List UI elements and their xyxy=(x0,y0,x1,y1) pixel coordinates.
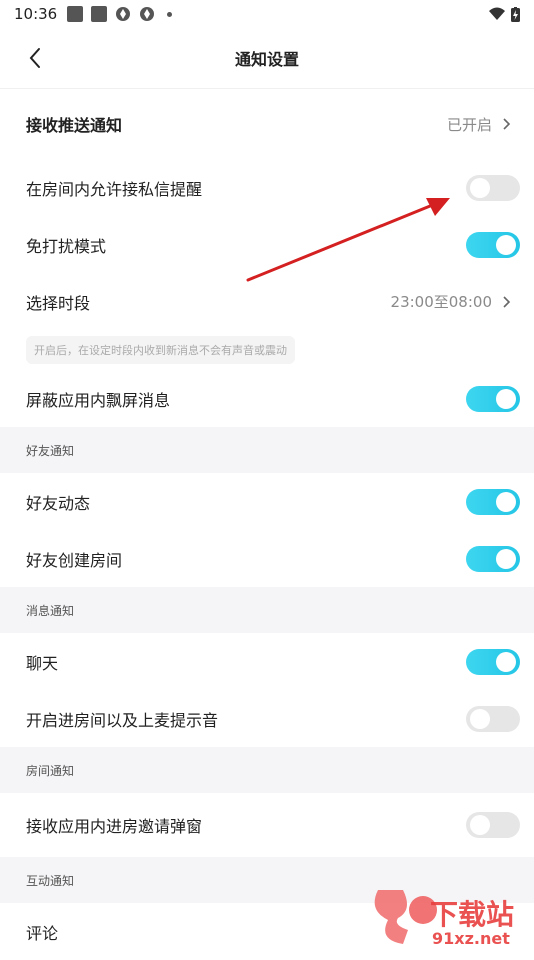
friend-activity-label: 好友动态 xyxy=(26,493,91,513)
toggle-knob xyxy=(470,177,490,198)
chat-toggle[interactable] xyxy=(466,648,520,675)
watermark-url: 91xz.net xyxy=(432,929,510,948)
push-notification-value: 已开启 xyxy=(446,115,492,134)
period-hint: 开启后，在设定时段内收到新消息不会有声音或震动 xyxy=(26,336,295,364)
status-bar: 10:36 xyxy=(0,0,534,28)
room-invite-popup-label: 接收应用内进房邀请弹窗 xyxy=(26,817,203,836)
push-notification-row[interactable]: 接收推送通知 已开启 xyxy=(0,89,534,159)
nav-bar: 通知设置 xyxy=(0,28,534,89)
room-enter-sound-toggle[interactable] xyxy=(466,705,520,732)
section-header-friends: 好友通知 xyxy=(0,427,534,473)
friend-activity-toggle[interactable] xyxy=(466,488,520,515)
select-period-status: 23:00至08:00 xyxy=(391,291,520,312)
wifi-icon xyxy=(489,7,505,20)
select-period-label: 选择时段 xyxy=(26,293,91,313)
watermark-text: 下载站 xyxy=(430,898,514,931)
chevron-right-icon xyxy=(503,118,511,130)
friend-create-room-label: 好友创建房间 xyxy=(26,550,123,570)
app-notification-icon xyxy=(140,7,155,21)
dnd-mode-row: 免打扰模式 xyxy=(0,216,534,273)
block-float-toggle[interactable] xyxy=(466,385,520,412)
watermark-logo: 下载站 91xz.net xyxy=(374,890,514,948)
status-time: 10:36 xyxy=(14,5,58,23)
period-hint-wrap: 开启后，在设定时段内收到新消息不会有声音或震动 xyxy=(0,330,534,370)
select-period-value: 23:00至08:00 xyxy=(390,293,492,311)
toggle-knob xyxy=(496,651,516,672)
battery-icon xyxy=(511,6,520,22)
room-private-message-toggle[interactable] xyxy=(466,174,520,201)
dnd-mode-toggle[interactable] xyxy=(466,231,520,258)
block-float-label: 屏蔽应用内飘屏消息 xyxy=(26,390,171,410)
notification-icon xyxy=(91,6,108,22)
room-private-message-row: 在房间内允许接私信提醒 xyxy=(0,159,534,216)
select-period-row[interactable]: 选择时段 23:00至08:00 xyxy=(0,273,534,330)
toggle-knob xyxy=(496,234,516,255)
chat-row: 聊天 xyxy=(0,633,534,690)
toggle-knob xyxy=(470,708,490,729)
room-enter-sound-row: 开启进房间以及上麦提示音 xyxy=(0,690,534,747)
push-notification-status: 已开启 xyxy=(447,114,520,135)
section-header-messages: 消息通知 xyxy=(0,587,534,633)
app-notification-icon xyxy=(116,7,131,21)
notification-icon xyxy=(67,6,84,22)
comment-label: 评论 xyxy=(26,923,59,943)
toggle-knob xyxy=(496,388,516,409)
toggle-knob xyxy=(470,815,490,835)
room-invite-popup-row: 接收应用内进房邀请弹窗 xyxy=(0,793,534,857)
section-header-room: 房间通知 xyxy=(0,747,534,793)
friend-create-room-toggle[interactable] xyxy=(466,545,520,572)
chevron-right-icon xyxy=(503,295,511,308)
room-private-message-label: 在房间内允许接私信提醒 xyxy=(26,179,203,199)
push-notification-label: 接收推送通知 xyxy=(26,116,123,135)
back-icon[interactable] xyxy=(24,46,48,70)
toggle-knob xyxy=(496,491,516,512)
chat-label: 聊天 xyxy=(26,653,59,673)
room-enter-sound-label: 开启进房间以及上麦提示音 xyxy=(26,710,219,730)
friend-create-room-row: 好友创建房间 xyxy=(0,530,534,587)
page-title: 通知设置 xyxy=(234,50,299,69)
block-float-row: 屏蔽应用内飘屏消息 xyxy=(0,370,534,427)
room-invite-popup-toggle[interactable] xyxy=(466,812,520,838)
dnd-mode-label: 免打扰模式 xyxy=(26,236,107,256)
friend-activity-row: 好友动态 xyxy=(0,473,534,530)
more-notifications-dot xyxy=(167,11,173,17)
toggle-knob xyxy=(496,548,516,569)
